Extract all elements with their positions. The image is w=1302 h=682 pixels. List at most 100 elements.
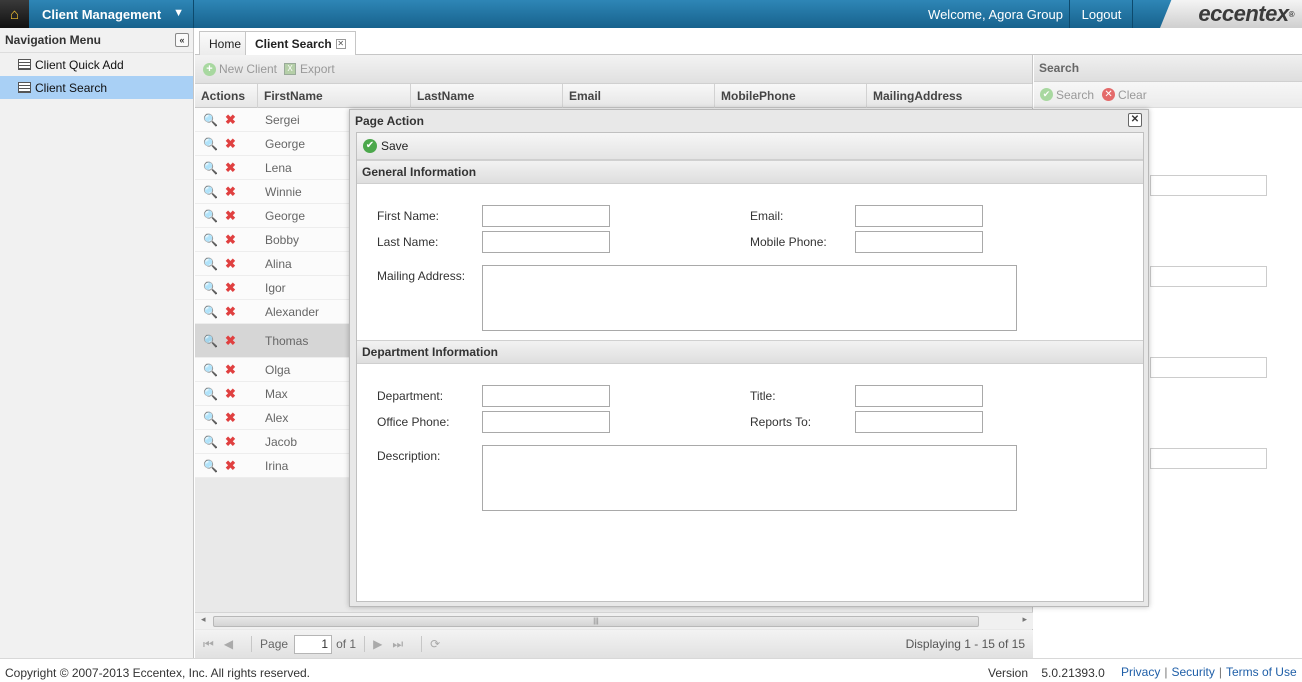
footer-links: Privacy | Security | Terms of Use — [1121, 665, 1297, 679]
search-field[interactable] — [1150, 357, 1267, 378]
delete-icon[interactable]: ✖ — [225, 185, 237, 198]
delete-icon[interactable]: ✖ — [225, 305, 237, 318]
last-name-field[interactable] — [482, 231, 610, 253]
nav-item-client-search[interactable]: Client Search — [0, 76, 193, 99]
tab-client-search[interactable]: Client Search ✕ — [245, 31, 356, 56]
brand-logo-text: eccentex — [1198, 1, 1289, 26]
delete-icon[interactable]: ✖ — [225, 387, 237, 400]
column-header-mailingaddress[interactable]: MailingAddress — [867, 84, 1033, 108]
view-icon[interactable]: 🔍 — [203, 412, 218, 424]
terms-of-use-link[interactable]: Terms of Use — [1226, 665, 1297, 679]
row-actions: 🔍 ✖ — [195, 363, 258, 376]
form-icon — [18, 82, 31, 93]
delete-icon[interactable]: ✖ — [225, 161, 237, 174]
search-button[interactable]: Search — [1056, 88, 1094, 102]
description-field[interactable] — [482, 445, 1017, 511]
row-actions: 🔍 ✖ — [195, 334, 258, 347]
clear-button[interactable]: Clear — [1118, 88, 1147, 102]
logout-link[interactable]: Logout — [1071, 0, 1133, 28]
delete-icon[interactable]: ✖ — [225, 334, 237, 347]
first-name-field[interactable] — [482, 205, 610, 227]
security-link[interactable]: Security — [1171, 665, 1214, 679]
delete-icon[interactable]: ✖ — [225, 435, 237, 448]
refresh-icon[interactable]: ⟳ — [430, 637, 440, 651]
first-name-cell: Alina — [265, 256, 292, 271]
column-header-mobilephone[interactable]: MobilePhone — [715, 84, 867, 108]
reports-to-field[interactable] — [855, 411, 983, 433]
search-field[interactable] — [1150, 266, 1267, 287]
delete-icon[interactable]: ✖ — [225, 281, 237, 294]
check-icon: ✔ — [363, 139, 377, 153]
new-client-button[interactable]: + New Client — [203, 62, 277, 76]
page-number-input[interactable] — [294, 634, 333, 654]
reports-to-label: Reports To: — [750, 415, 812, 429]
delete-icon[interactable]: ✖ — [225, 363, 237, 376]
close-tab-icon[interactable]: ✕ — [335, 39, 346, 49]
export-button[interactable]: X Export — [284, 62, 335, 76]
department-information-section: Department Information — [357, 340, 1143, 364]
version-value: 5.0.21393.0 — [1041, 666, 1105, 680]
scrollbar-thumb[interactable]: ||| — [213, 616, 979, 627]
search-field[interactable] — [1150, 175, 1267, 196]
brand-logo: eccentex ® — [1160, 0, 1302, 28]
view-icon[interactable]: 🔍 — [203, 258, 218, 270]
column-header-email[interactable]: Email — [563, 84, 715, 108]
last-page-icon[interactable]: ⏭ — [392, 637, 403, 652]
view-icon[interactable]: 🔍 — [203, 282, 218, 294]
delete-icon[interactable]: ✖ — [225, 113, 237, 126]
view-icon[interactable]: 🔍 — [203, 335, 218, 347]
email-field[interactable] — [855, 205, 983, 227]
view-icon[interactable]: 🔍 — [203, 210, 218, 222]
home-icon[interactable]: ⌂ — [0, 0, 29, 28]
save-label: Save — [381, 139, 409, 153]
delete-icon[interactable]: ✖ — [225, 137, 237, 150]
page-of-label: of 1 — [336, 637, 357, 651]
welcome-text: Welcome, Agora Group — [922, 0, 1070, 28]
collapse-icon[interactable]: « — [175, 33, 189, 47]
horizontal-scrollbar[interactable]: ◂ ||| ▸ — [195, 612, 1033, 629]
mobile-phone-field[interactable] — [855, 231, 983, 253]
view-icon[interactable]: 🔍 — [203, 114, 218, 126]
footer: Copyright © 2007-2013 Eccentex, Inc. All… — [0, 658, 1302, 682]
search-field[interactable] — [1150, 448, 1267, 469]
scroll-left-icon[interactable]: ◂ — [201, 614, 206, 625]
column-header-firstname[interactable]: FirstName — [258, 84, 411, 108]
column-header-actions[interactable]: Actions — [195, 84, 258, 108]
delete-icon[interactable]: ✖ — [225, 233, 237, 246]
view-icon[interactable]: 🔍 — [203, 460, 218, 472]
view-icon[interactable]: 🔍 — [203, 436, 218, 448]
view-icon[interactable]: 🔍 — [203, 306, 218, 318]
view-icon[interactable]: 🔍 — [203, 162, 218, 174]
delete-icon[interactable]: ✖ — [225, 209, 237, 222]
search-toolbar: ✔ Search ✕ Clear — [1034, 82, 1302, 108]
previous-page-icon[interactable]: ◀ — [224, 637, 233, 651]
tab-home[interactable]: Home — [199, 31, 252, 55]
nav-item-client-quick-add[interactable]: Client Quick Add — [0, 53, 193, 76]
department-field[interactable] — [482, 385, 610, 407]
office-phone-field[interactable] — [482, 411, 610, 433]
row-actions: 🔍 ✖ — [195, 435, 258, 448]
view-icon[interactable]: 🔍 — [203, 364, 218, 376]
grid-pager: ⏮ ◀ Page of 1 ▶ ⏭ ⟳ Displaying 1 - 15 of… — [195, 630, 1033, 658]
column-header-lastname[interactable]: LastName — [411, 84, 563, 108]
view-icon[interactable]: 🔍 — [203, 186, 218, 198]
title-field[interactable] — [855, 385, 983, 407]
displaying-count: Displaying 1 - 15 of 15 — [905, 637, 1025, 651]
next-page-icon[interactable]: ▶ — [373, 637, 382, 651]
version-info: Version 5.0.21393.0 — [988, 666, 1105, 680]
mailing-address-field[interactable] — [482, 265, 1017, 331]
privacy-link[interactable]: Privacy — [1121, 665, 1160, 679]
first-page-icon[interactable]: ⏮ — [203, 637, 214, 652]
close-icon[interactable]: ✕ — [1128, 113, 1142, 127]
delete-icon[interactable]: ✖ — [225, 257, 237, 270]
view-icon[interactable]: 🔍 — [203, 138, 218, 150]
scroll-right-icon[interactable]: ▸ — [1022, 614, 1027, 625]
delete-icon[interactable]: ✖ — [225, 459, 237, 472]
row-actions: 🔍 ✖ — [195, 161, 258, 174]
view-icon[interactable]: 🔍 — [203, 388, 218, 400]
save-button[interactable]: ✔ Save — [363, 139, 408, 153]
app-menu-dropdown[interactable]: Client Management ▼ — [29, 0, 194, 28]
delete-icon[interactable]: ✖ — [225, 411, 237, 424]
first-name-cell: Bobby — [265, 232, 300, 247]
view-icon[interactable]: 🔍 — [203, 234, 218, 246]
